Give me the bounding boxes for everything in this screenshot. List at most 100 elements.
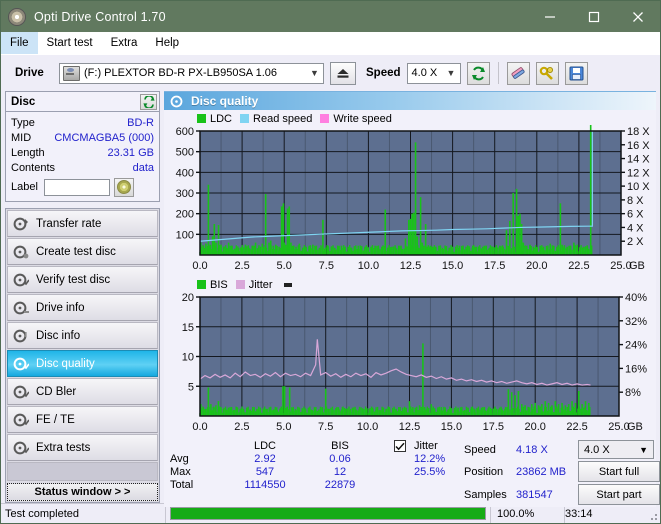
charts-container: LDC Read speed Write speed 1002003004005…	[164, 110, 656, 503]
progress-fill	[171, 508, 485, 519]
eject-icon	[336, 68, 350, 79]
menu-file[interactable]: File	[1, 32, 38, 54]
speed-result-value: 4.0 X	[584, 444, 610, 456]
svg-text:17.5: 17.5	[484, 260, 505, 272]
stats-total-bis: 22879	[304, 479, 376, 491]
chart1-legend: LDC Read speed Write speed	[164, 112, 656, 125]
speed-result-select[interactable]: 4.0 X ▼	[578, 440, 654, 459]
erase-button[interactable]	[507, 62, 530, 85]
legend-swatch-ldc	[197, 114, 206, 123]
disc-mid-key: MID	[11, 132, 31, 144]
chevron-down-icon: ▼	[306, 64, 323, 83]
disc-extra-icon	[13, 441, 29, 455]
eject-button[interactable]	[330, 62, 356, 85]
jitter-checkbox-cell	[376, 440, 406, 452]
disc-length-value: 23.31 GB	[108, 147, 154, 159]
stats-max-ldc: 547	[226, 466, 304, 478]
disc-label-button[interactable]	[114, 178, 134, 197]
svg-text:8%: 8%	[625, 387, 641, 399]
menu-start-test-label: Start test	[47, 37, 93, 49]
sidebar-item-disc-quality[interactable]: Disc quality	[7, 350, 158, 377]
svg-text:16%: 16%	[625, 363, 647, 375]
menu-bar: File Start test Extra Help	[1, 32, 660, 55]
progress-bar	[170, 507, 486, 520]
disc-create-icon	[13, 245, 29, 259]
refresh-icon	[143, 96, 155, 108]
menu-help[interactable]: Help	[146, 32, 188, 54]
start-part-button[interactable]: Start part	[578, 484, 660, 505]
refresh-button[interactable]	[467, 62, 490, 85]
stats-header-ldc: LDC	[226, 440, 304, 452]
samples-value: 381547	[516, 489, 578, 501]
menu-extra[interactable]: Extra	[102, 32, 147, 54]
legend-swatch-read-speed	[240, 114, 249, 123]
stats-avg-bis: 0.06	[304, 453, 376, 465]
svg-text:15: 15	[182, 322, 194, 334]
tools-button[interactable]	[536, 62, 559, 85]
menu-start-test[interactable]: Start test	[38, 32, 102, 54]
sidebar-item-extra-tests[interactable]: Extra tests	[7, 434, 158, 461]
sidebar-label: CD Bler	[36, 386, 76, 398]
speed-select[interactable]: 4.0 X ▼	[407, 63, 461, 84]
sidebar-item-drive-info[interactable]: Drive info	[7, 294, 158, 321]
drive-select[interactable]: (F:) PLEXTOR BD-R PX-LB950SA 1.06 ▼	[59, 63, 324, 84]
sidebar-item-fe-te[interactable]: FE / TE	[7, 406, 158, 433]
sidebar-item-create-test-disc[interactable]: Create test disc	[7, 238, 158, 265]
svg-text:24%: 24%	[625, 340, 647, 352]
minimize-icon[interactable]	[528, 1, 572, 32]
legend-label-read-speed: Read speed	[253, 113, 312, 125]
samples-key: Samples	[464, 489, 516, 501]
svg-text:4 X: 4 X	[627, 222, 644, 234]
svg-text:10.0: 10.0	[357, 421, 378, 433]
speed-label: Speed	[366, 67, 401, 79]
sidebar-item-disc-info[interactable]: Disc info	[7, 322, 158, 349]
svg-text:10 X: 10 X	[627, 181, 650, 193]
disc-quality-icon	[13, 357, 29, 371]
sidebar-item-transfer-rate[interactable]: Transfer rate	[7, 210, 158, 237]
svg-text:20.0: 20.0	[524, 421, 545, 433]
status-window-button[interactable]: Status window > >	[7, 483, 158, 501]
chart2-marker-icon	[284, 283, 292, 287]
disc-type-value: BD-R	[127, 117, 154, 129]
drive-toolbar: Drive (F:) PLEXTOR BD-R PX-LB950SA 1.06 …	[1, 55, 660, 91]
disc-mid-value: CMCMAGBA5 (000)	[54, 132, 154, 144]
jitter-checkbox[interactable]	[394, 440, 406, 452]
disc-label-key: Label	[11, 181, 38, 193]
disc-row-type: Type BD-R	[11, 115, 154, 130]
svg-text:12 X: 12 X	[627, 167, 650, 179]
menu-help-label: Help	[155, 37, 179, 49]
disc-info-icon	[13, 329, 29, 343]
svg-text:40%: 40%	[625, 292, 647, 304]
svg-text:12.5: 12.5	[399, 421, 420, 433]
disc-label-input[interactable]	[44, 179, 110, 196]
disc-properties: Type BD-R MID CMCMAGBA5 (000) Length 23.…	[6, 112, 159, 201]
svg-text:10: 10	[182, 352, 194, 364]
svg-text:5.0: 5.0	[277, 260, 292, 272]
maximize-icon[interactable]	[572, 1, 616, 32]
sidebar-item-verify-test-disc[interactable]: Verify test disc	[7, 266, 158, 293]
stats-total-ldc: 1114550	[226, 479, 304, 491]
stats-avg-ldc: 2.92	[226, 453, 304, 465]
disc-rate-icon	[13, 217, 29, 231]
start-full-button[interactable]: Start full	[578, 461, 660, 482]
sidebar-item-cd-bler[interactable]: CD Bler	[7, 378, 158, 405]
svg-text:100: 100	[176, 229, 194, 241]
status-text: Test completed	[1, 504, 166, 523]
resize-grip[interactable]	[645, 508, 657, 520]
svg-text:400: 400	[176, 167, 194, 179]
disc-verify-icon	[13, 273, 29, 287]
chart-ldc-readspeed: LDC Read speed Write speed 1002003004005…	[164, 112, 656, 275]
disc-refresh-button[interactable]	[140, 94, 157, 110]
stats-max-jitter: 25.5%	[406, 466, 476, 478]
chart2-svg: 51015208%16%24%32%40%0.02.55.07.510.012.…	[164, 291, 661, 436]
disc-fete-icon	[13, 413, 29, 427]
svg-text:2.5: 2.5	[234, 260, 249, 272]
menu-file-label: File	[10, 37, 29, 49]
save-button[interactable]	[565, 62, 588, 85]
legend-label-bis: BIS	[210, 279, 228, 291]
sidebar-label: Disc quality	[36, 358, 95, 370]
disc-contents-key: Contents	[11, 162, 55, 174]
svg-text:22.5: 22.5	[566, 421, 587, 433]
svg-text:15.0: 15.0	[441, 421, 462, 433]
close-icon[interactable]	[616, 1, 660, 32]
